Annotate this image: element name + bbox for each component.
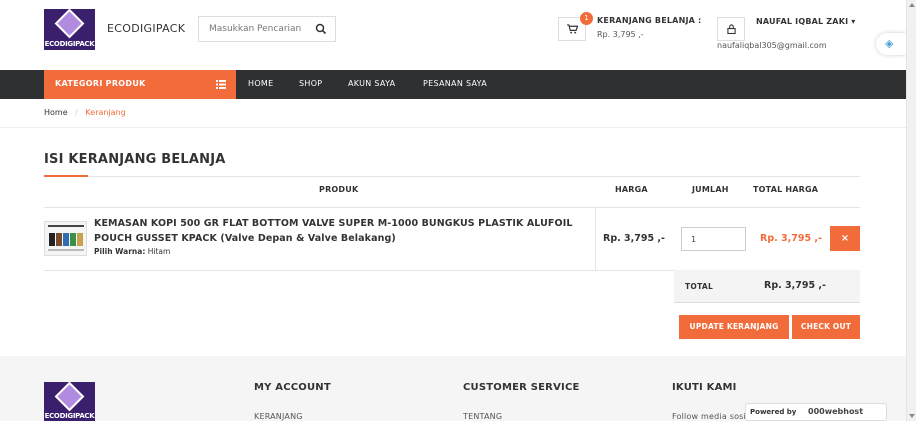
remove-item-button[interactable]: ×	[830, 226, 860, 251]
product-option: Pilih Warna: Hitam	[94, 247, 170, 256]
search-input[interactable]: Masukkan Pencarian ...	[209, 24, 304, 34]
logo-cube-icon	[54, 8, 85, 39]
col-header-product: PRODUK	[319, 185, 359, 194]
breadcrumb-home[interactable]: Home	[44, 108, 68, 117]
cart-total-box: TOTAL Rp. 3,795 ,-	[674, 270, 860, 303]
breadcrumb-current: Keranjang	[85, 108, 126, 117]
cart-icon	[567, 24, 578, 34]
scroll-down-icon[interactable]	[909, 414, 915, 418]
logo-cube-icon	[54, 381, 85, 412]
main-nav: KATEGORI PRODUK HOME SHOP AKUN SAYA PESA…	[0, 70, 906, 99]
quantity-input[interactable]	[682, 228, 745, 250]
col-header-qty: JUMLAH	[692, 185, 729, 194]
title-divider	[44, 176, 860, 177]
product-thumbnail[interactable]	[44, 221, 87, 256]
column-divider	[595, 207, 596, 270]
badge-host: 000webhost	[808, 407, 864, 416]
cart-label[interactable]: KERANJANG BELANJA :	[597, 16, 701, 25]
site-logo[interactable]: ECODIGIPACK	[44, 8, 95, 50]
nav-home[interactable]: HOME	[248, 79, 273, 88]
category-label: KATEGORI PRODUK	[55, 79, 146, 88]
site-header: ECODIGIPACK ECODIGIPACK Masukkan Pencari…	[0, 0, 906, 70]
page-title: ISI KERANJANG BELANJA	[44, 152, 226, 167]
footer-link-cart[interactable]: KERANJANG	[254, 412, 303, 421]
brand-name[interactable]: ECODIGIPACK	[107, 22, 185, 35]
title-accent	[44, 175, 88, 177]
search-icon[interactable]	[315, 23, 327, 35]
search-box[interactable]: Masukkan Pencarian ...	[198, 16, 336, 42]
nav-account[interactable]: AKUN SAYA	[348, 79, 395, 88]
footer-link-about[interactable]: TENTANG	[463, 412, 502, 421]
col-header-total: TOTAL HARGA	[753, 185, 819, 194]
checkout-button[interactable]: CHECK OUT	[792, 315, 860, 339]
product-price: Rp. 3,795 ,-	[603, 233, 665, 244]
logo-text: ECODIGIPACK	[44, 40, 95, 48]
scroll-up-icon[interactable]	[909, 3, 915, 7]
total-label: TOTAL	[685, 282, 714, 291]
list-icon	[216, 80, 226, 89]
nav-orders[interactable]: PESANAN SAYA	[423, 79, 487, 88]
footer-logo-text: ECODIGIPACK	[44, 412, 95, 420]
header-divider	[44, 207, 860, 208]
divider	[0, 127, 906, 128]
product-name[interactable]: KEMASAN KOPI 500 GR FLAT BOTTOM VALVE SU…	[94, 216, 574, 246]
lock-icon	[727, 24, 736, 34]
page-scrollbar[interactable]	[906, 0, 916, 421]
footer-heading-service: CUSTOMER SERVICE	[463, 382, 580, 393]
line-total: Rp. 3,795 ,-	[760, 233, 822, 244]
col-header-price: HARGA	[615, 185, 648, 194]
floating-widget[interactable]: ◈	[876, 33, 906, 55]
update-cart-button[interactable]: UPDATE KERANJANG	[679, 315, 789, 339]
quantity-field[interactable]	[681, 227, 746, 251]
total-value: Rp. 3,795 ,-	[764, 280, 826, 291]
user-email: naufaliqbal305@gmail.com	[717, 41, 827, 50]
hosting-badge[interactable]: Powered by 000webhost	[745, 403, 887, 421]
badge-powered: Powered by	[750, 408, 797, 416]
user-button[interactable]	[717, 17, 745, 41]
breadcrumb-separator: /	[75, 108, 78, 117]
footer-heading-account: MY ACCOUNT	[254, 382, 331, 393]
user-menu-toggle[interactable]: NAUFAL IQBAL ZAKI ▾	[756, 17, 855, 26]
option-value: Hitam	[147, 247, 171, 256]
category-menu-button[interactable]: KATEGORI PRODUK	[44, 70, 236, 99]
breadcrumb: Home / Keranjang	[44, 108, 126, 117]
widget-icon: ◈	[885, 37, 894, 50]
footer-heading-follow: IKUTI KAMI	[672, 382, 737, 393]
cart-total: Rp. 3,795 ,-	[597, 30, 644, 39]
option-label: Pilih Warna:	[94, 247, 146, 256]
nav-shop[interactable]: SHOP	[299, 79, 322, 88]
footer-logo[interactable]: ECODIGIPACK	[44, 381, 95, 421]
cart-count-badge: 1	[580, 12, 593, 25]
